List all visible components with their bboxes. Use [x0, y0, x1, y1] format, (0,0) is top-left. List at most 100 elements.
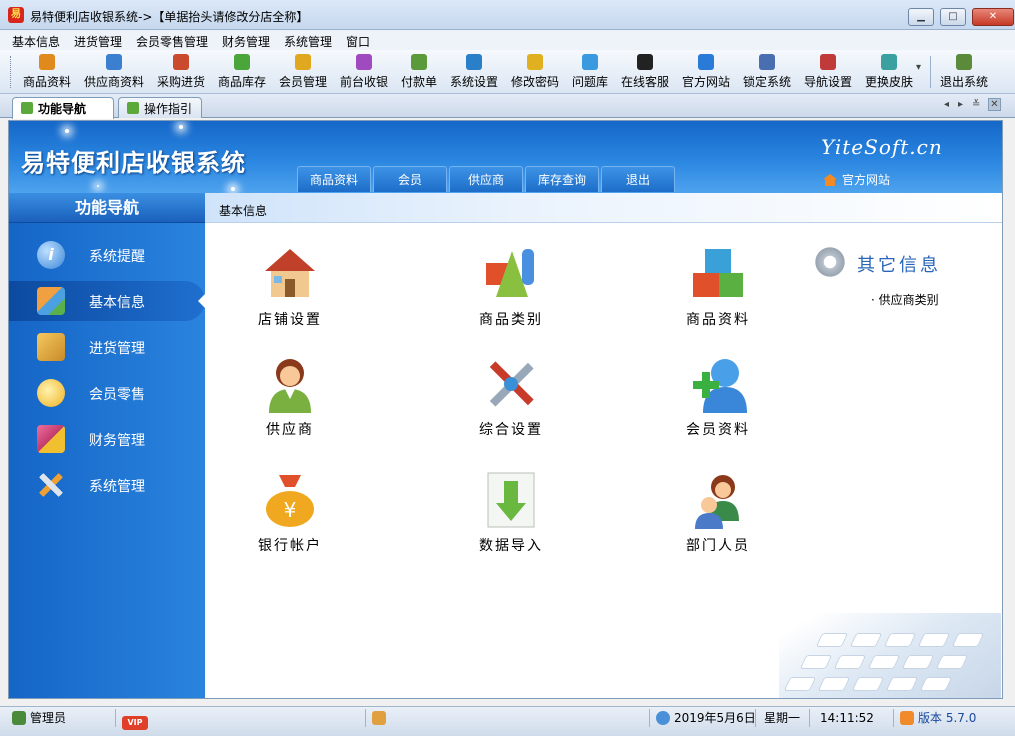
banner-tab-supplier[interactable]: 供应商	[449, 166, 523, 192]
menu-purchase[interactable]: 进货管理	[74, 33, 122, 50]
import-icon	[482, 471, 540, 529]
general-settings-button[interactable]: 综合设置	[451, 355, 571, 455]
toolbar-grip[interactable]	[10, 56, 13, 88]
tab-next-icon[interactable]: ▸	[958, 99, 963, 110]
menu-system[interactable]: 系统管理	[284, 33, 332, 50]
sparkle-icon	[65, 129, 69, 133]
keyboard-key	[935, 655, 969, 669]
bank-account-button[interactable]: ¥ 银行帐户	[230, 471, 350, 571]
section-header: 基本信息	[205, 193, 1002, 223]
toolbar-exit-button[interactable]: 退出系统	[937, 54, 991, 90]
tab-label: 功能导航	[38, 102, 87, 116]
sidebar-item-finance[interactable]: 财务管理	[9, 419, 205, 459]
other-info-title: 其它信息	[857, 255, 941, 276]
menu-window[interactable]: 窗口	[346, 33, 370, 50]
menu-member-retail[interactable]: 会员零售管理	[136, 33, 208, 50]
sparkle-icon	[231, 187, 235, 191]
clock-icon	[656, 711, 670, 725]
staff-icon	[689, 471, 747, 529]
toolbar-label: 更换皮肤	[864, 75, 913, 89]
toolbar-nav-settings-button[interactable]: 导航设置	[801, 54, 855, 90]
banner-tab-product[interactable]: 商品资料	[297, 166, 371, 192]
banner-tab-stock-query[interactable]: 库存查询	[525, 166, 599, 192]
keyboard-key	[851, 677, 885, 691]
sidebar-item-label: 财务管理	[89, 433, 145, 449]
tab-nav-icon	[21, 102, 33, 114]
tab-label: 操作指引	[144, 102, 193, 116]
status-time: 14:11:52	[812, 709, 894, 727]
supplier-button[interactable]: 供应商	[230, 355, 350, 455]
status-user: 管理员	[8, 709, 116, 727]
cubes-icon	[37, 287, 65, 315]
toolbar-cashier-button[interactable]: 前台收银	[337, 54, 391, 90]
feature-label: 综合设置	[479, 422, 543, 438]
maximize-button[interactable]: □	[940, 8, 966, 26]
sidebar-item-purchase[interactable]: 进货管理	[9, 327, 205, 367]
toolbar-label: 在线客服	[620, 75, 669, 89]
tab-close-icon[interactable]: ✕	[988, 98, 1001, 111]
member-add-icon	[689, 355, 747, 413]
department-staff-button[interactable]: 部门人员	[658, 471, 778, 571]
skin-dropdown-icon[interactable]: ▾	[916, 62, 921, 73]
toolbar-supplier-button[interactable]: 供应商资料	[82, 54, 146, 90]
banner-tab-member[interactable]: 会员	[373, 166, 447, 192]
store-settings-button[interactable]: 店铺设置	[230, 245, 350, 345]
sparkle-icon	[179, 125, 183, 129]
sidebar-item-basic-info[interactable]: 基本信息	[9, 281, 206, 321]
toolbar-label: 系统设置	[449, 75, 498, 89]
keyboard-decoration	[779, 613, 1001, 698]
password-icon	[527, 54, 543, 70]
toolbar-website-button[interactable]: 官方网站	[679, 54, 733, 90]
toolbar-question-button[interactable]: 问题库	[569, 54, 611, 90]
toolbar-skin-button[interactable]: 更换皮肤	[862, 54, 916, 90]
product-category-button[interactable]: 商品类别	[451, 245, 571, 345]
product-icon	[39, 54, 55, 70]
sidebar-item-label: 基本信息	[89, 295, 145, 311]
category-icon	[482, 245, 540, 303]
product-info-button[interactable]: 商品资料	[658, 245, 778, 345]
settings-icon	[466, 54, 482, 70]
toolbar-label: 会员管理	[278, 75, 327, 89]
status-info	[368, 709, 650, 727]
supplier-category-link[interactable]: · 供应商类别	[871, 291, 939, 308]
toolbar-password-button[interactable]: 修改密码	[508, 54, 562, 90]
home-icon	[900, 711, 914, 725]
keyboard-key	[951, 633, 985, 647]
official-site-link[interactable]: 官方网站	[823, 171, 890, 188]
feature-label: 银行帐户	[258, 538, 322, 554]
svg-text:¥: ¥	[284, 498, 297, 522]
sidebar-item-system-reminder[interactable]: i 系统提醒	[9, 235, 205, 275]
cashier-icon	[356, 54, 372, 70]
sparkle-icon	[97, 185, 99, 187]
member-info-button[interactable]: 会员资料	[658, 355, 778, 455]
tab-strip: 功能导航 操作指引 ◂ ▸ ≚ ✕	[0, 94, 1015, 119]
toolbar-member-button[interactable]: 会员管理	[276, 54, 330, 90]
qq-icon	[637, 54, 653, 70]
tab-list-icon[interactable]: ≚	[972, 99, 980, 110]
status-weekday: 星期一	[758, 709, 810, 727]
toolbar-lock-button[interactable]: 锁定系统	[740, 54, 794, 90]
data-import-button[interactable]: 数据导入	[451, 471, 571, 571]
toolbar-payment-button[interactable]: 付款单	[398, 54, 440, 90]
ie-icon	[698, 54, 714, 70]
sidebar-item-system[interactable]: 系统管理	[9, 465, 205, 505]
skin-icon	[881, 54, 897, 70]
toolbar-separator	[930, 56, 931, 88]
toolbar-product-button[interactable]: 商品资料	[20, 54, 74, 90]
close-button[interactable]: ✕	[972, 8, 1014, 26]
banner-tab-exit[interactable]: 退出	[601, 166, 675, 192]
tab-prev-icon[interactable]: ◂	[944, 99, 949, 110]
tab-function-nav[interactable]: 功能导航	[12, 97, 114, 119]
minimize-button[interactable]: ▁	[908, 8, 934, 26]
toolbar-purchase-button[interactable]: 采购进货	[154, 54, 208, 90]
menu-finance[interactable]: 财务管理	[222, 33, 270, 50]
menu-basic-info[interactable]: 基本信息	[12, 33, 60, 50]
toolbar-settings-button[interactable]: 系统设置	[447, 54, 501, 90]
toolbar-online-service-button[interactable]: 在线客服	[618, 54, 672, 90]
sidebar-item-member-retail[interactable]: 会员零售	[9, 373, 205, 413]
brand-logo: YiteSoft.cn	[821, 135, 943, 159]
banner: 易特便利店收银系统 YiteSoft.cn 官方网站 商品资料 会员 供应商 库…	[9, 121, 1002, 193]
tab-operation-guide[interactable]: 操作指引	[118, 97, 202, 118]
toolbar-stock-button[interactable]: 商品库存	[215, 54, 269, 90]
status-version-label: 版本 5.7.0	[918, 711, 977, 725]
